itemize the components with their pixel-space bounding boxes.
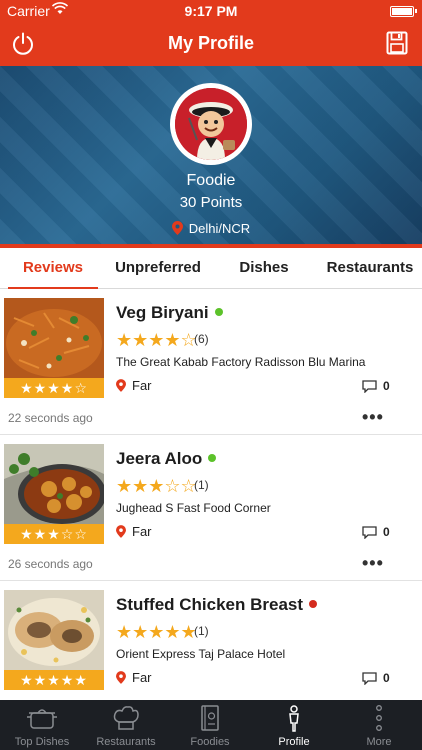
tabbar-foodies[interactable]: Foodies bbox=[168, 700, 252, 750]
tabbar-top-dishes-label: Top Dishes bbox=[14, 736, 70, 748]
comments-button[interactable]: 0 bbox=[362, 379, 390, 394]
dish-thumbnail[interactable]: ★★★★★ bbox=[4, 590, 104, 690]
location-pin-icon bbox=[116, 379, 126, 395]
veg-indicator-icon bbox=[214, 308, 223, 316]
tabbar-restaurants[interactable]: Restaurants bbox=[84, 700, 168, 750]
tab-reviews-label: Reviews bbox=[22, 259, 84, 276]
profile-name: Foodie bbox=[186, 172, 236, 189]
navigation-bar: My Profile bbox=[0, 22, 422, 66]
profile-location: Delhi/NCR bbox=[0, 221, 422, 238]
tab-dishes[interactable]: Dishes bbox=[222, 248, 306, 288]
avatar[interactable] bbox=[170, 83, 252, 165]
location-pin-icon bbox=[116, 671, 126, 687]
chef-hat-icon bbox=[84, 704, 168, 732]
comment-count: 0 bbox=[383, 379, 390, 393]
comments-button[interactable]: 0 bbox=[362, 525, 390, 540]
non-veg-indicator-icon bbox=[309, 600, 318, 608]
rating-count: (1) bbox=[194, 624, 209, 638]
person-icon bbox=[252, 704, 336, 732]
dish-name-text: Veg Biryani bbox=[116, 303, 209, 322]
tab-dishes-label: Dishes bbox=[239, 259, 289, 276]
comment-icon bbox=[362, 672, 377, 686]
restaurant-name[interactable]: Jughead S Fast Food Corner bbox=[116, 501, 271, 515]
tabbar-top-dishes[interactable]: Top Dishes bbox=[0, 700, 84, 750]
comment-count: 0 bbox=[383, 671, 390, 685]
tab-restaurants[interactable]: Restaurants bbox=[318, 248, 422, 288]
comment-icon bbox=[362, 526, 377, 540]
list-item[interactable]: ★★★★★ Stuffed Chicken Breast ★★★★★ (1) O… bbox=[0, 581, 422, 700]
dish-name-text: Stuffed Chicken Breast bbox=[116, 595, 304, 614]
clock: 9:17 PM bbox=[184, 3, 238, 19]
dish-name-text: Jeera Aloo bbox=[116, 449, 203, 468]
list-item[interactable]: ★★★★☆ Veg Biryani ★★★★☆ (6) The Great Ka… bbox=[0, 289, 422, 435]
tabbar-restaurants-label: Restaurants bbox=[96, 736, 156, 748]
rating-count: (1) bbox=[194, 478, 209, 492]
average-rating-stars: ★★★☆☆ bbox=[4, 524, 104, 544]
distance: Far bbox=[116, 670, 152, 687]
dish-photo bbox=[4, 298, 104, 378]
profile-points: 30 Points bbox=[179, 194, 243, 211]
average-rating-stars: ★★★★☆ bbox=[4, 378, 104, 398]
battery-icon bbox=[390, 6, 417, 17]
user-rating-stars: ★★★☆☆ bbox=[116, 476, 197, 496]
restaurant-name[interactable]: Orient Express Taj Palace Hotel bbox=[116, 647, 285, 661]
dish-name[interactable]: Veg Biryani bbox=[116, 303, 223, 323]
user-rating-stars: ★★★★★ bbox=[116, 622, 197, 642]
dish-name[interactable]: Jeera Aloo bbox=[116, 449, 217, 469]
comment-icon bbox=[362, 380, 377, 394]
tabbar-more-label: More bbox=[366, 736, 392, 748]
distance: Far bbox=[116, 378, 152, 395]
dish-thumbnail[interactable]: ★★★★☆ bbox=[4, 298, 104, 398]
bottom-tab-bar: Top Dishes Restaurants Foodies Profile M… bbox=[0, 700, 422, 750]
menu-book-icon bbox=[168, 704, 252, 732]
page-title: My Profile bbox=[167, 33, 255, 53]
cooking-pot-icon bbox=[0, 704, 84, 732]
review-time: 26 seconds ago bbox=[8, 557, 93, 571]
more-options-icon[interactable]: ••• bbox=[362, 407, 384, 428]
save-icon[interactable] bbox=[386, 31, 408, 55]
dish-photo bbox=[4, 590, 104, 670]
tabbar-foodies-label: Foodies bbox=[190, 736, 230, 748]
rating-count: (6) bbox=[194, 332, 209, 346]
distance: Far bbox=[116, 524, 152, 541]
dish-photo bbox=[4, 444, 104, 524]
restaurant-name[interactable]: The Great Kabab Factory Radisson Blu Mar… bbox=[116, 355, 365, 369]
review-list[interactable]: ★★★★☆ Veg Biryani ★★★★☆ (6) The Great Ka… bbox=[0, 289, 422, 700]
profile-tabs: Reviews Unpreferred Dishes Restaurants bbox=[0, 248, 422, 289]
more-vertical-icon bbox=[336, 704, 422, 732]
tabbar-more[interactable]: More bbox=[336, 700, 422, 750]
chef-mascot-icon bbox=[175, 88, 247, 160]
status-bar: Carrier 9:17 PM bbox=[0, 0, 422, 22]
comments-button[interactable]: 0 bbox=[362, 671, 390, 686]
average-rating-stars: ★★★★★ bbox=[4, 670, 104, 690]
veg-indicator-icon bbox=[208, 454, 217, 462]
user-rating-stars: ★★★★☆ bbox=[116, 330, 197, 350]
distance-label: Far bbox=[132, 524, 152, 539]
tabbar-profile[interactable]: Profile bbox=[252, 700, 336, 750]
tab-unpreferred[interactable]: Unpreferred bbox=[106, 248, 210, 288]
distance-label: Far bbox=[132, 670, 152, 685]
tab-reviews[interactable]: Reviews bbox=[8, 248, 98, 289]
comment-count: 0 bbox=[383, 525, 390, 539]
location-pin-icon bbox=[116, 525, 126, 541]
more-options-icon[interactable]: ••• bbox=[362, 553, 384, 574]
profile-header: Foodie 30 Points Delhi/NCR bbox=[0, 66, 422, 244]
tab-restaurants-label: Restaurants bbox=[326, 259, 414, 276]
tabbar-profile-label: Profile bbox=[278, 736, 310, 748]
distance-label: Far bbox=[132, 378, 152, 393]
location-label: Delhi/NCR bbox=[188, 221, 251, 236]
location-pin-icon bbox=[171, 221, 183, 238]
list-item[interactable]: ★★★☆☆ Jeera Aloo ★★★☆☆ (1) Jughead S Fas… bbox=[0, 435, 422, 581]
tab-unpreferred-label: Unpreferred bbox=[115, 259, 201, 276]
dish-name[interactable]: Stuffed Chicken Breast bbox=[116, 595, 318, 615]
dish-thumbnail[interactable]: ★★★☆☆ bbox=[4, 444, 104, 544]
review-time: 22 seconds ago bbox=[8, 411, 93, 425]
